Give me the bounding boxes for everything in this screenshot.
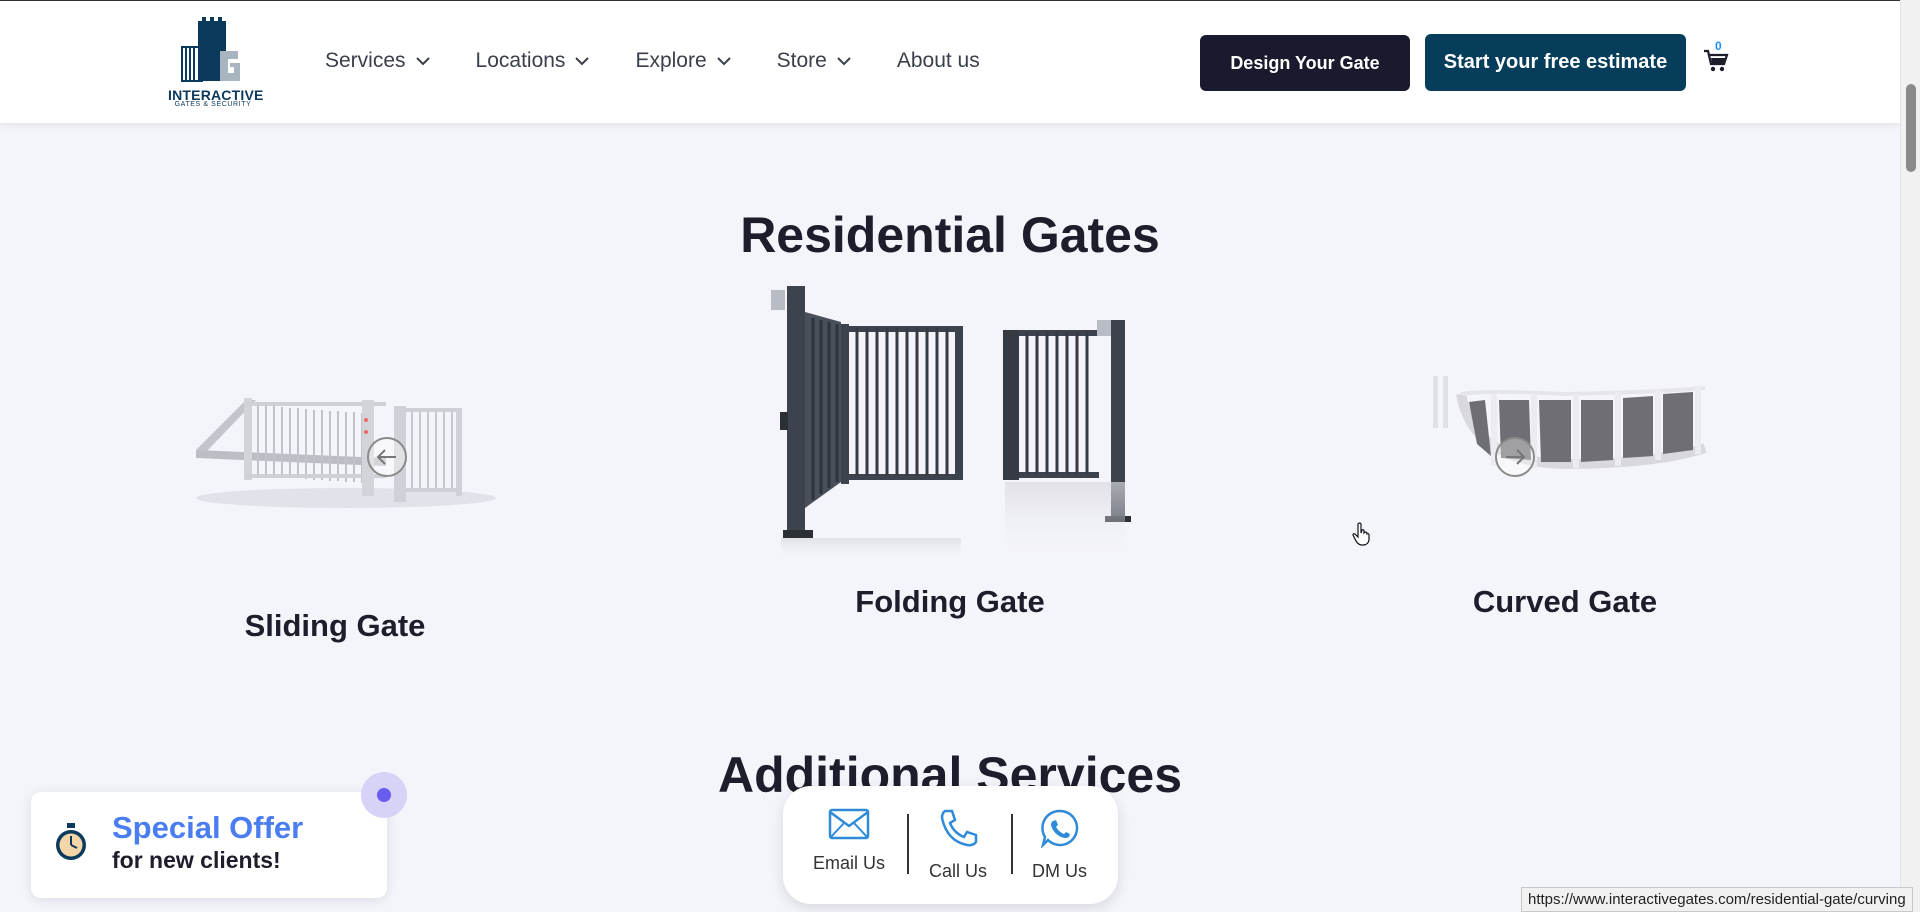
scrollbar-thumb[interactable] xyxy=(1906,84,1916,172)
carousel-prev-button[interactable] xyxy=(367,437,407,477)
chevron-down-icon xyxy=(575,56,590,65)
arrow-left-icon xyxy=(376,449,396,465)
special-offer-subtitle: for new clients! xyxy=(112,847,281,873)
design-your-gate-button[interactable]: Design Your Gate xyxy=(1200,35,1410,91)
stopwatch-icon xyxy=(56,823,86,860)
email-us-button[interactable]: Email Us xyxy=(813,808,885,874)
page-scrollbar[interactable] xyxy=(1900,0,1920,912)
site-header: INTERACTIVE GATES & SECURITY Services Lo… xyxy=(0,0,1900,123)
residential-gates-heading: Residential Gates xyxy=(740,207,1160,263)
chevron-down-icon xyxy=(716,56,731,65)
nav-explore-label: Explore xyxy=(635,49,707,72)
dm-us-button[interactable]: DM Us xyxy=(1032,808,1087,882)
contact-divider xyxy=(1011,814,1013,874)
sliding-gate-image[interactable] xyxy=(186,380,496,520)
logo-subtext: GATES & SECURITY xyxy=(174,101,252,108)
curved-gate-image[interactable] xyxy=(1425,372,1715,492)
nav-explore[interactable]: Explore xyxy=(635,49,731,73)
call-us-label: Call Us xyxy=(929,861,988,881)
chevron-down-icon xyxy=(837,56,851,65)
hand-cursor-icon xyxy=(1352,522,1370,546)
dm-us-label: DM Us xyxy=(1032,861,1087,881)
contact-divider xyxy=(907,814,909,874)
main-nav: Services Locations Explore Store About u… xyxy=(325,49,1026,73)
whatsapp-icon xyxy=(1040,809,1078,850)
carousel-next-button[interactable] xyxy=(1495,437,1535,477)
chevron-down-icon xyxy=(415,56,430,65)
cart-icon[interactable] xyxy=(1703,48,1729,74)
curved-gate-label[interactable]: Curved Gate xyxy=(1415,584,1715,620)
status-bar-url: https://www.interactivegates.com/residen… xyxy=(1521,887,1913,912)
nav-store[interactable]: Store xyxy=(777,49,851,73)
nav-services[interactable]: Services xyxy=(325,49,430,73)
special-offer-widget[interactable]: Special Offer for new clients! xyxy=(31,792,387,898)
nav-about[interactable]: About us xyxy=(897,49,980,73)
envelope-icon xyxy=(828,808,870,840)
folding-gate-image[interactable] xyxy=(755,282,1135,562)
arrow-right-icon xyxy=(1506,449,1526,465)
offer-indicator-dot[interactable] xyxy=(361,772,407,818)
sliding-gate-label[interactable]: Sliding Gate xyxy=(190,608,480,644)
email-us-label: Email Us xyxy=(813,853,886,873)
nav-locations-label: Locations xyxy=(475,49,566,72)
nav-locations[interactable]: Locations xyxy=(476,49,590,73)
nav-services-label: Services xyxy=(325,49,406,72)
folding-gate-label[interactable]: Folding Gate xyxy=(800,584,1100,620)
nav-about-label: About us xyxy=(896,49,980,72)
contact-bar: Email Us Call Us DM Us xyxy=(783,786,1118,904)
nav-store-label: Store xyxy=(776,49,827,72)
special-offer-title: Special Offer xyxy=(112,810,304,845)
call-us-button[interactable]: Call Us xyxy=(929,808,987,882)
free-estimate-button[interactable]: Start your free estimate xyxy=(1425,34,1686,91)
phone-icon xyxy=(940,809,978,847)
